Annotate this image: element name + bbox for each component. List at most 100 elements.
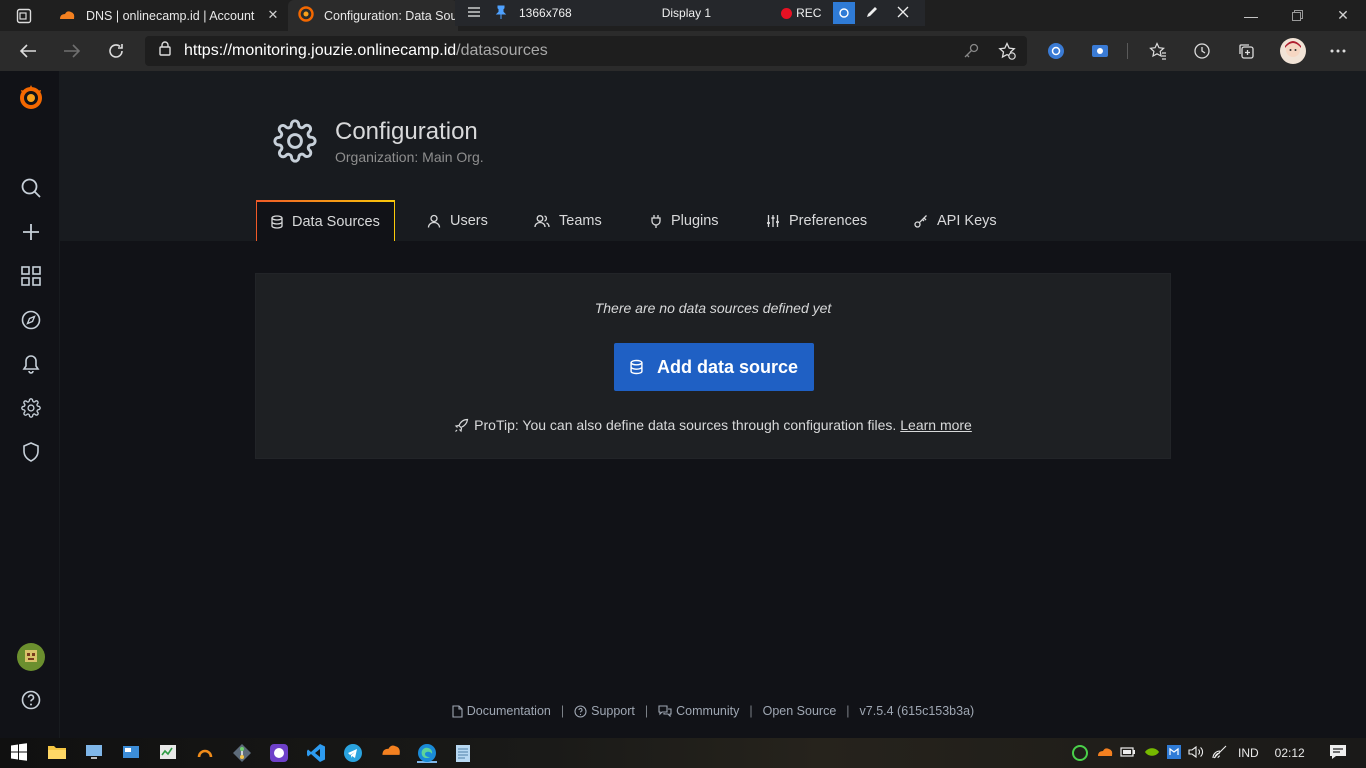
- more-menu-icon[interactable]: [1326, 39, 1350, 63]
- url-path: /datasources: [456, 42, 548, 59]
- tab-api-keys[interactable]: API Keys: [900, 200, 1011, 241]
- favorite-add-icon[interactable]: [998, 41, 1016, 65]
- footer: Documentation | Support | Community | Op…: [60, 704, 1366, 718]
- cloudflare-app-icon[interactable]: [380, 743, 400, 763]
- refresh-button[interactable]: [101, 37, 131, 65]
- menu-icon[interactable]: [467, 6, 481, 21]
- recorder-close-icon[interactable]: [897, 6, 909, 21]
- users-icon: [534, 214, 550, 227]
- recorder-display[interactable]: Display 1: [662, 6, 711, 20]
- history-icon[interactable]: [1190, 39, 1214, 63]
- footer-support-link[interactable]: Support: [574, 704, 635, 718]
- tab-plugins[interactable]: Plugins: [636, 200, 733, 241]
- profile-avatar[interactable]: [1280, 38, 1306, 64]
- explore-compass-icon[interactable]: [15, 304, 47, 336]
- plug-icon: [651, 214, 661, 228]
- git-client-icon[interactable]: [232, 743, 252, 763]
- close-window-button[interactable]: ✕: [1320, 0, 1366, 31]
- screen-recorder-toolbar: 1366x768 Display 1 REC: [455, 0, 925, 26]
- tab-title: Configuration: Data Sou: [324, 8, 458, 23]
- recorder-resolution: 1366x768: [519, 6, 572, 20]
- grafana-logo-icon[interactable]: [15, 81, 47, 113]
- task-manager-icon[interactable]: [158, 743, 178, 763]
- search-icon[interactable]: [15, 172, 47, 204]
- grafana-logo-icon: [298, 6, 314, 25]
- minimize-button[interactable]: —: [1228, 0, 1274, 31]
- tab-data-sources[interactable]: Data Sources: [256, 200, 395, 241]
- collections-icon[interactable]: [1234, 39, 1258, 63]
- control-panel-icon[interactable]: [121, 743, 141, 763]
- footer-documentation-label: Documentation: [466, 704, 551, 718]
- extension-search-icon[interactable]: [1044, 39, 1068, 63]
- dashboards-grid-icon[interactable]: [15, 260, 47, 292]
- protip-text: ProTip: You can also define data sources…: [474, 417, 897, 433]
- configuration-gear-icon[interactable]: [15, 392, 47, 424]
- grafana-sidemenu: [0, 71, 60, 738]
- forward-button[interactable]: [57, 37, 87, 65]
- alerting-bell-icon[interactable]: [15, 348, 47, 380]
- database-icon: [630, 359, 643, 375]
- lock-icon[interactable]: [159, 41, 171, 61]
- pin-icon[interactable]: [495, 5, 507, 22]
- favorites-icon[interactable]: [1146, 39, 1170, 63]
- remote-desktop-icon[interactable]: [84, 743, 104, 763]
- cloudflare-icon: [58, 9, 76, 23]
- browser-tab-dns[interactable]: DNS | onlinecamp.id | Account | C ✕: [48, 0, 286, 31]
- network-manager-icon[interactable]: [1166, 744, 1182, 763]
- recording-status-icon[interactable]: [1072, 745, 1088, 761]
- restore-button[interactable]: [1274, 0, 1320, 31]
- tab-actions-icon[interactable]: [16, 8, 32, 24]
- edge-browser-icon[interactable]: [417, 743, 437, 763]
- page-subtitle: Organization: Main Org.: [335, 149, 484, 165]
- footer-version[interactable]: v7.5.4 (615c153b3a): [860, 704, 975, 718]
- tab-label: Users: [450, 212, 488, 229]
- cloudflare-tray-icon[interactable]: [1096, 746, 1114, 760]
- windows-taskbar: IND 02:12: [0, 738, 1366, 768]
- tab-label: Data Sources: [292, 213, 380, 230]
- file-explorer-icon[interactable]: [47, 743, 67, 763]
- key-icon[interactable]: [963, 43, 979, 64]
- windows-start-icon[interactable]: [10, 743, 30, 763]
- footer-documentation-link[interactable]: Documentation: [452, 704, 551, 718]
- extension-screen-icon[interactable]: [1088, 39, 1112, 63]
- add-data-source-button[interactable]: Add data source: [614, 343, 814, 391]
- sliders-icon: [767, 214, 779, 227]
- tab-preferences[interactable]: Preferences: [752, 200, 881, 241]
- create-plus-icon[interactable]: [15, 216, 47, 248]
- nvidia-icon[interactable]: [1144, 746, 1160, 761]
- app-orange-ring-icon[interactable]: [195, 743, 215, 763]
- learn-more-link[interactable]: Learn more: [900, 417, 972, 433]
- clock[interactable]: 02:12: [1275, 746, 1305, 760]
- user-avatar[interactable]: [15, 641, 47, 673]
- input-language[interactable]: IND: [1238, 746, 1259, 760]
- footer-separator: |: [560, 704, 565, 718]
- battery-icon[interactable]: [1120, 746, 1136, 761]
- add-data-source-label: Add data source: [656, 356, 799, 377]
- user-icon: [427, 214, 441, 228]
- close-tab-icon[interactable]: ✕: [266, 8, 280, 22]
- footer-open-source-link[interactable]: Open Source: [763, 704, 837, 718]
- telegram-icon[interactable]: [343, 743, 363, 763]
- screenshot-icon[interactable]: [833, 2, 856, 24]
- github-desktop-icon[interactable]: [269, 743, 289, 763]
- url-field[interactable]: https://monitoring.jouzie.onlinecamp.id /…: [145, 36, 1027, 66]
- browser-tab-configuration[interactable]: Configuration: Data Sou: [288, 0, 458, 31]
- document-icon: [452, 704, 463, 718]
- tab-teams[interactable]: Teams: [520, 200, 616, 241]
- server-admin-shield-icon[interactable]: [15, 436, 47, 468]
- tab-users[interactable]: Users: [413, 200, 502, 241]
- tab-label: Preferences: [789, 212, 868, 229]
- help-icon[interactable]: [15, 684, 47, 716]
- volume-icon[interactable]: [1188, 745, 1204, 762]
- empty-state-title: There are no data sources defined yet: [594, 300, 832, 316]
- rec-label[interactable]: REC: [796, 6, 821, 20]
- wifi-icon[interactable]: [1212, 745, 1228, 762]
- url-host: https://monitoring.jouzie.onlinecamp.id: [184, 42, 457, 59]
- back-button[interactable]: [13, 37, 43, 65]
- notepad-icon[interactable]: [454, 743, 474, 763]
- vscode-icon[interactable]: [306, 743, 326, 763]
- toolbar-divider: [1127, 43, 1128, 59]
- footer-community-link[interactable]: Community: [658, 704, 739, 718]
- notifications-icon[interactable]: [1329, 744, 1347, 763]
- pen-icon[interactable]: [865, 5, 879, 22]
